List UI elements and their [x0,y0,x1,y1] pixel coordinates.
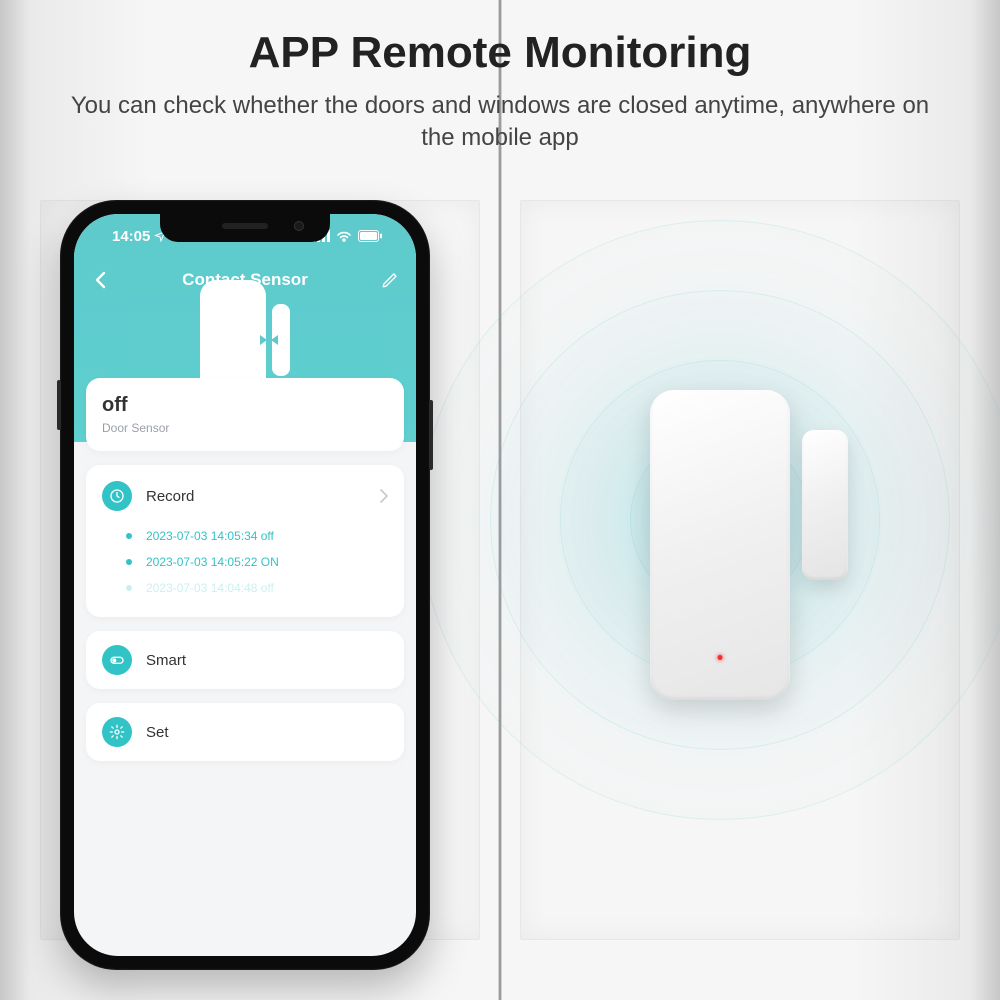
wifi-icon [336,230,352,242]
sensor-device-magnet [802,430,848,580]
record-card[interactable]: Record 2023-07-03 14:05:34 off 2023-07-0… [86,465,404,617]
sensor-led-indicator [718,655,723,660]
page-heading: APP Remote Monitoring [0,28,1000,78]
sensor-device-main [650,390,790,700]
sensor-state: off [102,394,388,417]
record-label: Record [146,488,380,505]
smart-icon [102,645,132,675]
clock-icon [102,481,132,511]
app-content: off Door Sensor Record 2023-07-0 [74,378,416,761]
chevron-right-icon [380,489,388,503]
page-subheading: You can check whether the doors and wind… [60,90,940,155]
battery-icon [358,230,382,242]
phone-frame: 14:05 Contact Sensor [60,200,430,970]
status-time: 14:05 [112,228,150,245]
record-list: 2023-07-03 14:05:34 off 2023-07-03 14:05… [102,523,388,601]
phone-screen: 14:05 Contact Sensor [74,214,416,956]
smart-card[interactable]: Smart [86,631,404,689]
set-label: Set [146,724,388,741]
promo-scene: APP Remote Monitoring You can check whet… [0,0,1000,1000]
record-item: 2023-07-03 14:04:48 off [102,575,388,601]
pencil-icon [381,271,399,289]
record-item: 2023-07-03 14:05:34 off [102,523,388,549]
sensor-label: Door Sensor [102,421,388,435]
record-item: 2023-07-03 14:05:22 ON [102,549,388,575]
phone-notch [160,214,330,242]
edit-button[interactable] [376,266,404,294]
gear-icon [102,717,132,747]
smart-label: Smart [146,652,388,669]
set-card[interactable]: Set [86,703,404,761]
back-button[interactable] [86,266,114,294]
status-card[interactable]: off Door Sensor [86,378,404,451]
chevron-left-icon [94,271,106,289]
